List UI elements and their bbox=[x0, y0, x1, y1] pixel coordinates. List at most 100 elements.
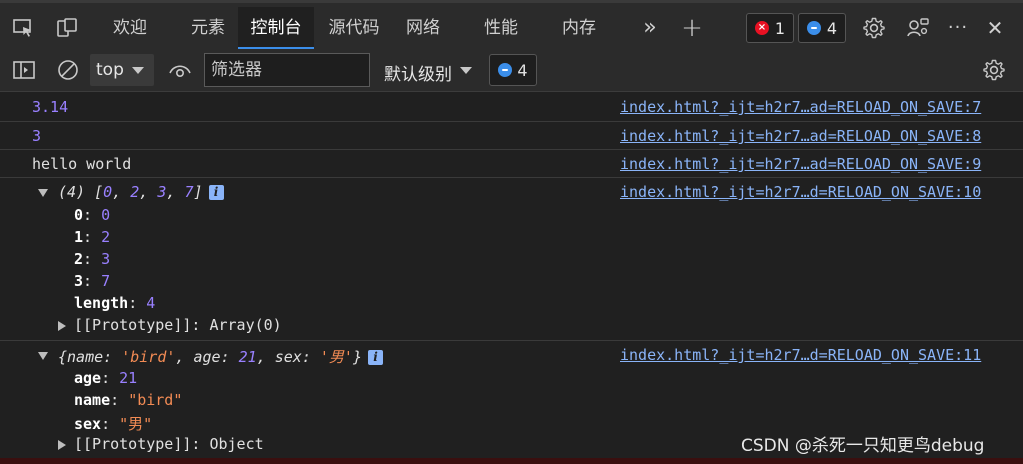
bottom-edge bbox=[0, 458, 1023, 464]
property-value: "bird" bbox=[128, 391, 183, 409]
property-value: "男" bbox=[119, 415, 153, 433]
log-value: 3 bbox=[32, 127, 42, 145]
tab-console[interactable]: 控制台 bbox=[238, 7, 314, 49]
property-key: name bbox=[74, 391, 111, 409]
property-row: sex: "男" bbox=[74, 415, 153, 433]
more-options-icon[interactable]: ··· bbox=[944, 7, 972, 49]
property-key: 0 bbox=[74, 206, 84, 224]
property-row: name: "bird" bbox=[74, 391, 183, 409]
log-value: 3.14 bbox=[32, 98, 69, 116]
object-summary[interactable]: {name: 'bird', age: 21, sex: '男'} i bbox=[58, 346, 383, 367]
console-settings-gear-icon[interactable] bbox=[982, 58, 1006, 82]
log-level-dropdown[interactable]: 默认级别 bbox=[384, 60, 452, 85]
summary-key: name bbox=[67, 348, 104, 366]
summary-key: age bbox=[193, 348, 221, 366]
source-link[interactable]: index.html?_ijt=h2r7…ad=RELOAD_ON_SAVE:8 bbox=[620, 127, 981, 145]
tab-sources[interactable]: 源代码 bbox=[322, 7, 386, 49]
add-tab-icon[interactable]: + bbox=[678, 7, 706, 49]
property-value: 3 bbox=[101, 250, 111, 268]
log-level-label: 默认级别 bbox=[384, 65, 452, 85]
log-value: hello world bbox=[32, 155, 132, 173]
info-icon[interactable]: i bbox=[208, 185, 224, 200]
collapse-triangle-icon[interactable] bbox=[38, 189, 48, 197]
more-tabs-icon[interactable]: » bbox=[636, 7, 664, 49]
prototype-key: [[Prototype]] bbox=[74, 435, 192, 453]
source-link[interactable]: index.html?_ijt=h2r7…d=RELOAD_ON_SAVE:10 bbox=[620, 183, 981, 201]
context-value: top bbox=[96, 60, 124, 80]
array-item: 2 bbox=[130, 183, 140, 201]
device-emulation-icon[interactable] bbox=[56, 17, 78, 39]
source-link[interactable]: index.html?_ijt=h2r7…ad=RELOAD_ON_SAVE:9 bbox=[620, 155, 981, 173]
tab-memory[interactable]: 内存 bbox=[552, 7, 606, 49]
message-count: 4 bbox=[826, 18, 838, 38]
property-key: sex bbox=[74, 415, 102, 433]
inspect-element-icon[interactable] bbox=[12, 17, 34, 39]
property-row: 1: 2 bbox=[74, 228, 111, 246]
info-icon[interactable]: i bbox=[368, 350, 383, 365]
property-value: 2 bbox=[101, 228, 111, 246]
expand-triangle-icon[interactable] bbox=[58, 440, 66, 450]
property-key: age bbox=[74, 369, 102, 387]
summary-value: 21 bbox=[238, 348, 257, 366]
prototype-row[interactable]: [[Prototype]]: Array(0) bbox=[74, 316, 282, 334]
array-summary[interactable]: (4) [0, 2, 3, 7] i bbox=[58, 183, 224, 201]
property-row: length: 4 bbox=[74, 294, 156, 312]
source-link[interactable]: index.html?_ijt=h2r7…ad=RELOAD_ON_SAVE:7 bbox=[620, 98, 981, 116]
summary-value: 'bird' bbox=[121, 348, 176, 366]
property-key: 2 bbox=[74, 250, 84, 268]
prototype-value: Array(0) bbox=[209, 316, 282, 334]
property-value: 4 bbox=[146, 294, 156, 312]
message-icon bbox=[806, 21, 821, 35]
error-count: 1 bbox=[774, 18, 786, 38]
property-row: 3: 7 bbox=[74, 272, 111, 290]
summary-key: sex bbox=[274, 348, 302, 366]
settings-gear-icon[interactable] bbox=[862, 16, 886, 40]
tab-welcome[interactable]: 欢迎 bbox=[100, 7, 160, 49]
live-expression-eye-icon[interactable] bbox=[168, 60, 192, 80]
property-key: 1 bbox=[74, 228, 84, 246]
tab-performance[interactable]: 性能 bbox=[474, 7, 528, 49]
property-value: 0 bbox=[101, 206, 111, 224]
prototype-row[interactable]: [[Prototype]]: Object bbox=[74, 435, 264, 453]
prototype-key: [[Prototype]] bbox=[74, 316, 192, 334]
customize-devtools-icon[interactable] bbox=[906, 16, 930, 40]
error-icon: × bbox=[754, 21, 769, 35]
property-row: age: 21 bbox=[74, 369, 138, 387]
context-selector[interactable]: top bbox=[90, 54, 154, 86]
console-output: 3.14 index.html?_ijt=h2r7…ad=RELOAD_ON_S… bbox=[0, 92, 1023, 458]
array-item: 3 bbox=[157, 183, 167, 201]
array-summary-suffix: ] bbox=[193, 183, 203, 201]
devtools-tabbar: 欢迎 元素 控制台 源代码 网络 性能 内存 » + × 1 4 ··· ✕ bbox=[0, 0, 1023, 50]
messages-badge[interactable]: 4 bbox=[798, 13, 846, 43]
property-row: 2: 3 bbox=[74, 250, 111, 268]
tab-network[interactable]: 网络 bbox=[396, 7, 450, 49]
summary-value: '男' bbox=[319, 348, 353, 366]
issue-count: 4 bbox=[517, 60, 528, 80]
console-message: 3 index.html?_ijt=h2r7…ad=RELOAD_ON_SAVE… bbox=[0, 122, 1023, 150]
expand-triangle-icon[interactable] bbox=[58, 321, 66, 331]
array-item: 0 bbox=[103, 183, 113, 201]
array-summary-prefix: (4) [ bbox=[58, 183, 104, 201]
console-message-array: (4) [0, 2, 3, 7] i index.html?_ijt=h2r7…d… bbox=[0, 178, 1023, 341]
property-key: length bbox=[74, 294, 129, 312]
watermark: CSDN @杀死一只知更鸟debug bbox=[741, 436, 985, 456]
clear-console-icon[interactable] bbox=[56, 58, 80, 82]
issue-icon bbox=[498, 63, 513, 77]
property-value: 7 bbox=[101, 272, 111, 290]
collapse-triangle-icon[interactable] bbox=[38, 352, 48, 360]
property-value: 21 bbox=[119, 369, 138, 387]
tab-elements[interactable]: 元素 bbox=[178, 7, 238, 49]
level-chevron-down-icon[interactable] bbox=[460, 67, 472, 74]
source-link[interactable]: index.html?_ijt=h2r7…d=RELOAD_ON_SAVE:11 bbox=[620, 346, 981, 364]
filter-input[interactable] bbox=[204, 53, 370, 87]
property-key: 3 bbox=[74, 272, 84, 290]
console-message: 3.14 index.html?_ijt=h2r7…ad=RELOAD_ON_S… bbox=[0, 92, 1023, 122]
console-message: hello world index.html?_ijt=h2r7…ad=RELO… bbox=[0, 150, 1023, 178]
issues-counter[interactable]: 4 bbox=[489, 54, 537, 86]
toggle-sidebar-icon[interactable] bbox=[12, 59, 36, 81]
console-toolbar: top 默认级别 4 bbox=[0, 50, 1023, 92]
errors-badge[interactable]: × 1 bbox=[746, 13, 794, 43]
close-devtools-icon[interactable]: ✕ bbox=[982, 7, 1008, 49]
chevron-down-icon bbox=[132, 67, 144, 74]
prototype-value: Object bbox=[209, 435, 264, 453]
